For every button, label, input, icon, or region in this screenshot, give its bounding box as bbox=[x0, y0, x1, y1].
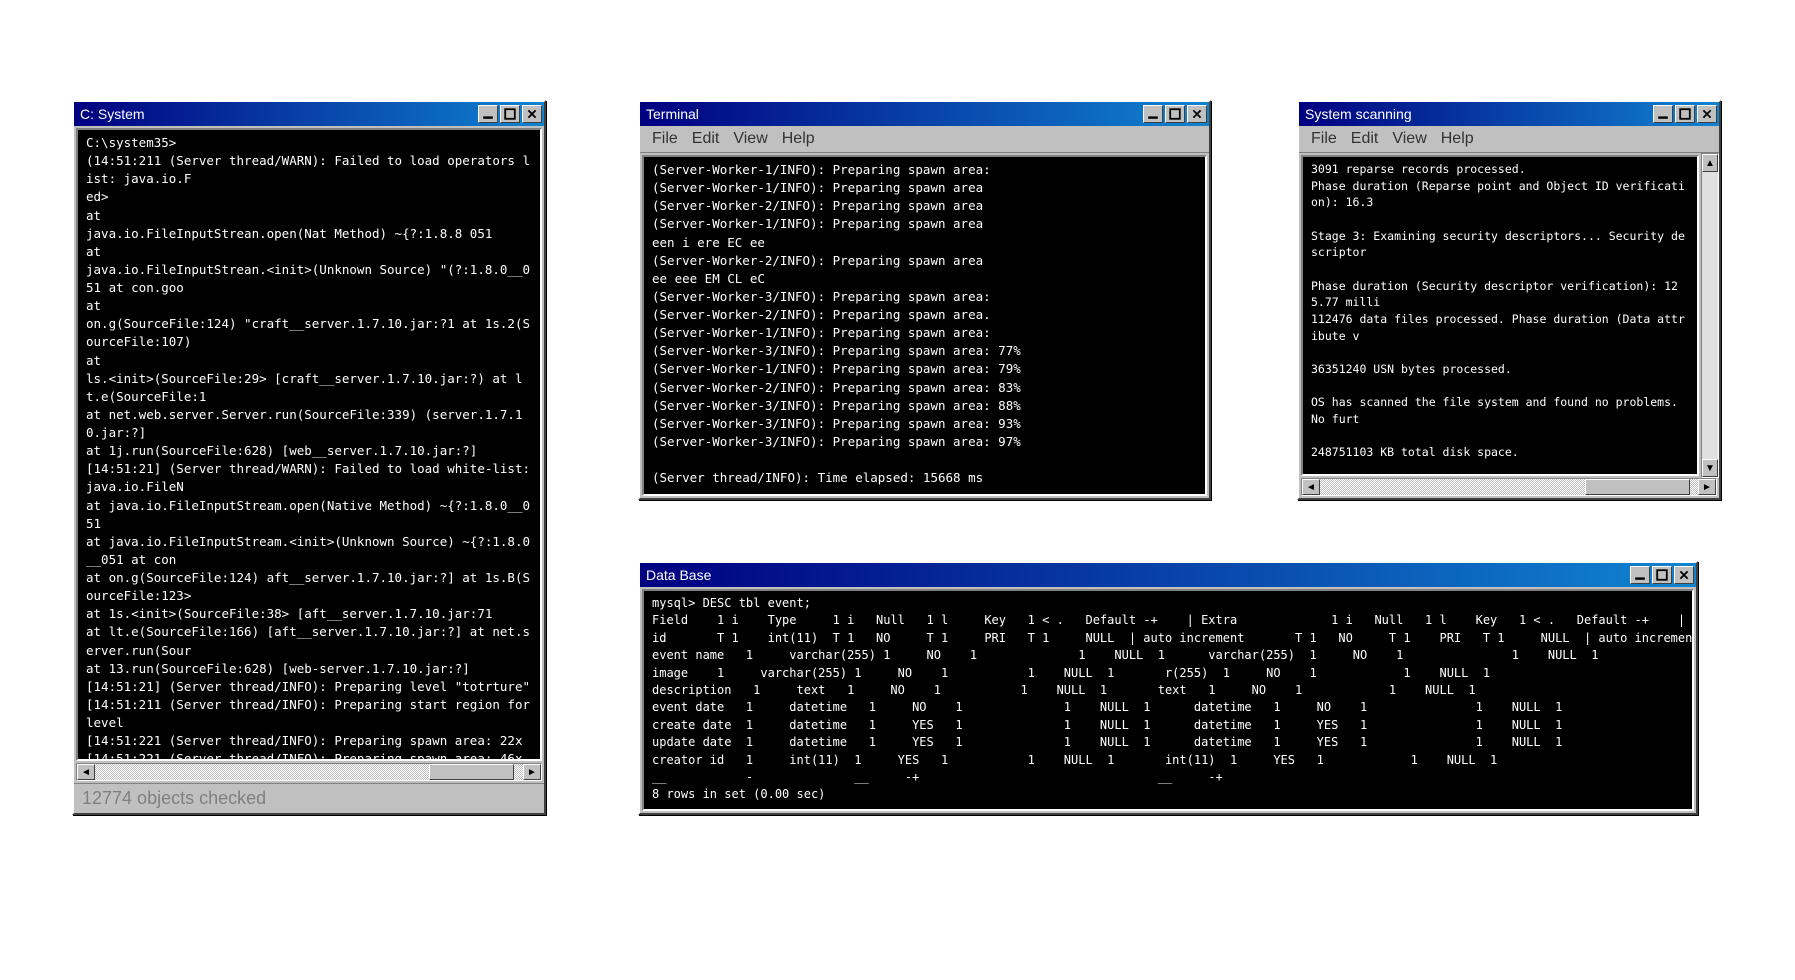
minimize-button[interactable] bbox=[478, 105, 498, 123]
titlebar-controls bbox=[1141, 105, 1207, 123]
system-window: C: System C:\system35> (14:51:211 (Serve… bbox=[72, 100, 546, 815]
database-window: Data Base mysql> DESC tbl event; Field 1… bbox=[638, 561, 1698, 815]
menu-view[interactable]: View bbox=[727, 128, 773, 150]
maximize-button[interactable] bbox=[1675, 105, 1695, 123]
terminal-console[interactable]: (Server-Worker-1/INFO): Preparing spawn … bbox=[642, 155, 1207, 496]
minimize-button[interactable] bbox=[1630, 566, 1650, 584]
minimize-button[interactable] bbox=[1653, 105, 1673, 123]
scan-menubar: File Edit View Help bbox=[1299, 126, 1719, 153]
close-button[interactable] bbox=[1674, 566, 1694, 584]
terminal-window: Terminal File Edit View Help (Server-Wor… bbox=[638, 100, 1211, 500]
menu-view[interactable]: View bbox=[1386, 128, 1432, 150]
scroll-thumb[interactable] bbox=[429, 764, 515, 780]
terminal-titlebar[interactable]: Terminal bbox=[640, 102, 1209, 126]
menu-file[interactable]: File bbox=[646, 128, 684, 150]
scroll-right-icon[interactable]: ► bbox=[523, 764, 541, 780]
terminal-menubar: File Edit View Help bbox=[640, 126, 1209, 153]
titlebar-controls bbox=[1628, 566, 1694, 584]
horizontal-scrollbar[interactable]: ◄ ► bbox=[1301, 478, 1717, 496]
maximize-button[interactable] bbox=[500, 105, 520, 123]
scroll-left-icon[interactable]: ◄ bbox=[1302, 479, 1320, 495]
database-title: Data Base bbox=[646, 567, 711, 583]
horizontal-scrollbar[interactable]: ◄ ► bbox=[76, 763, 542, 781]
scroll-track[interactable] bbox=[1320, 479, 1698, 495]
scan-title: System scanning bbox=[1305, 106, 1412, 122]
maximize-button[interactable] bbox=[1165, 105, 1185, 123]
maximize-button[interactable] bbox=[1652, 566, 1672, 584]
menu-edit[interactable]: Edit bbox=[1345, 128, 1385, 150]
menu-file[interactable]: File bbox=[1305, 128, 1343, 150]
system-title: C: System bbox=[80, 106, 145, 122]
minimize-button[interactable] bbox=[1143, 105, 1163, 123]
scroll-up-icon[interactable]: ▲ bbox=[1702, 154, 1718, 172]
titlebar-controls bbox=[1651, 105, 1717, 123]
scroll-down-icon[interactable]: ▼ bbox=[1702, 459, 1718, 477]
close-button[interactable] bbox=[522, 105, 542, 123]
titlebar-controls bbox=[476, 105, 542, 123]
scroll-track[interactable] bbox=[1702, 172, 1718, 459]
menu-help[interactable]: Help bbox=[776, 128, 821, 150]
scroll-left-icon[interactable]: ◄ bbox=[77, 764, 95, 780]
menu-edit[interactable]: Edit bbox=[686, 128, 726, 150]
vertical-scrollbar[interactable]: ▲ ▼ bbox=[1701, 153, 1719, 478]
scroll-thumb[interactable] bbox=[1585, 479, 1691, 495]
close-button[interactable] bbox=[1697, 105, 1717, 123]
close-button[interactable] bbox=[1187, 105, 1207, 123]
scan-titlebar[interactable]: System scanning bbox=[1299, 102, 1719, 126]
system-statusbar: 12774 objects checked bbox=[74, 783, 544, 813]
system-titlebar[interactable]: C: System bbox=[74, 102, 544, 126]
menu-help[interactable]: Help bbox=[1435, 128, 1480, 150]
database-titlebar[interactable]: Data Base bbox=[640, 563, 1696, 587]
scroll-right-icon[interactable]: ► bbox=[1698, 479, 1716, 495]
system-console[interactable]: C:\system35> (14:51:211 (Server thread/W… bbox=[76, 128, 542, 761]
scroll-track[interactable] bbox=[95, 764, 523, 780]
scan-console[interactable]: 3091 reparse records processed. Phase du… bbox=[1301, 155, 1699, 476]
database-console[interactable]: mysql> DESC tbl event; Field 1 i Type 1 … bbox=[642, 589, 1694, 811]
scan-window: System scanning File Edit View Help 3091… bbox=[1297, 100, 1721, 500]
terminal-title: Terminal bbox=[646, 106, 699, 122]
